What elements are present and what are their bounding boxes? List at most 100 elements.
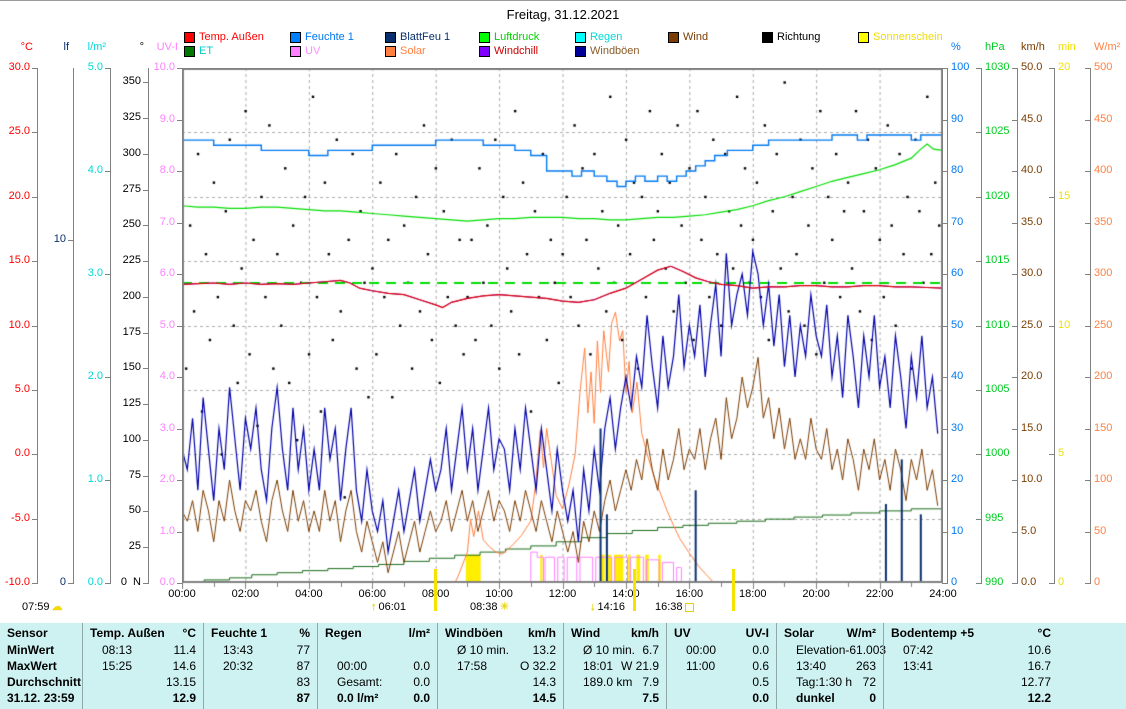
- axis-tick: [143, 333, 148, 334]
- axis-tick: [143, 547, 148, 548]
- column-name: Feuchte 1: [211, 625, 267, 642]
- row-label-text: 31.12. 23:59: [7, 690, 74, 706]
- axis-tick-label-temp: 20.0: [0, 191, 30, 202]
- axis-tick: [32, 454, 37, 455]
- table-row-label-column: SensorMinWertMaxWertDurchschnitt31.12. 2…: [0, 623, 82, 709]
- axis-tick: [32, 519, 37, 520]
- table-row: Gesamt:0.0: [325, 674, 430, 690]
- axis-line-lf: [73, 68, 74, 584]
- legend-label: Regen: [590, 31, 622, 43]
- axis-tick-label-kmh: 30.0: [1021, 268, 1067, 279]
- axis-tick-label-temp: 10.0: [0, 320, 30, 331]
- axis-tick: [1012, 480, 1017, 481]
- axis-tick: [976, 519, 981, 520]
- cell-time: [445, 674, 457, 690]
- legend-item-sonnenschein: Sonnenschein: [858, 31, 943, 43]
- page-title: Freitag, 31.12.2021: [0, 7, 1126, 22]
- cell-time: [90, 690, 102, 706]
- axis-tick-label-dir: 125: [97, 398, 141, 409]
- cell-value: 13.15: [166, 674, 196, 690]
- cell-time: 07:42: [891, 642, 933, 658]
- table-row: 12.77: [891, 674, 1051, 690]
- weather-app-window: Freitag, 31.12.2021 Temp. Außen Feuchte 1…: [0, 0, 1126, 709]
- sunset-square-icon: [685, 603, 694, 612]
- axis-tick: [976, 454, 981, 455]
- axis-tick: [68, 240, 73, 241]
- dawn-time-label: 07:59: [22, 601, 50, 613]
- column-name: Regen: [325, 625, 362, 642]
- cell-value: 0.0: [413, 690, 430, 706]
- axis-tick-label-kmh: 15.0: [1021, 423, 1067, 434]
- axis-header-lf: lf: [29, 41, 69, 53]
- axis-line-min: [1054, 68, 1055, 584]
- axis-tick-label-wm2: 150: [1094, 423, 1126, 434]
- legend-item-blattfeu-1: BlattFeu 1: [385, 31, 450, 43]
- table-row: 0.5: [674, 674, 769, 690]
- cell-time: [211, 674, 223, 690]
- column-name: Solar: [784, 625, 814, 642]
- moonrise-marker: ↑06:01: [371, 601, 406, 613]
- cell-value: 12.77: [1021, 674, 1051, 690]
- table-row: 13:40263: [784, 658, 876, 674]
- legend-label: Windböen: [590, 45, 640, 57]
- legend-color-swatch: [184, 46, 195, 57]
- table-row: 13:4377: [211, 642, 310, 658]
- axis-line-kmh: [1017, 68, 1018, 584]
- axis-tick: [32, 261, 37, 262]
- axis-tick-label-hum: 20: [951, 474, 997, 485]
- cell-value: 14.6: [173, 658, 196, 674]
- table-row: 12.9: [90, 690, 196, 706]
- legend-item-wind: Wind: [668, 31, 708, 43]
- cell-time: dunkel: [784, 690, 835, 706]
- axis-tick-label-hpa: 1000: [985, 448, 1031, 459]
- legend-color-swatch: [858, 32, 869, 43]
- axis-tick: [1012, 68, 1017, 69]
- table-column-solar: SolarW/m²Elevation-61.00313:40263Tag:1:3…: [776, 623, 883, 709]
- legend-color-swatch: [575, 46, 586, 57]
- daylight-guide-line: [434, 569, 437, 611]
- axis-tick: [1049, 454, 1054, 455]
- sunrise-marker: 08:38☀: [470, 601, 509, 613]
- table-column-windb-en: Windböenkm/hØ 10 min.13.217:58O 32.214.3…: [437, 623, 563, 709]
- axis-tick-label-uvl: 7.0: [131, 217, 175, 228]
- table-column-header: Feuchte 1%: [211, 625, 310, 642]
- axis-tick-label-temp: -5.0: [0, 513, 30, 524]
- moonset-marker: ↓14:16: [590, 601, 625, 613]
- moonrise-time-label: 06:01: [379, 601, 407, 613]
- table-row: Elevation-61.003: [784, 642, 876, 658]
- cell-time: Ø 10 min.: [571, 642, 635, 658]
- cell-time: 18:01: [571, 658, 613, 674]
- legend-label: ET: [199, 45, 213, 57]
- table-row: 00:000.0: [674, 642, 769, 658]
- cell-value: 6.7: [642, 642, 659, 658]
- row-label-text: Durchschnitt: [7, 674, 81, 690]
- cell-value: 87: [297, 658, 310, 674]
- cell-time: 08:13: [90, 642, 132, 658]
- column-unit: UV-I: [746, 625, 769, 642]
- axis-tick: [143, 261, 148, 262]
- table-column-header: Temp. Außen °C: [90, 625, 196, 642]
- cell-time: [445, 690, 457, 706]
- table-row: 08:1311.4: [90, 642, 196, 658]
- axis-tick: [1085, 223, 1090, 224]
- axis-tick-label-wm2: 0: [1094, 577, 1126, 588]
- axis-tick-label-wm2: 250: [1094, 320, 1126, 331]
- legend-label: Sonnenschein: [873, 31, 943, 43]
- cell-time: [674, 690, 686, 706]
- axis-tick-label-temp: 5.0: [0, 384, 30, 395]
- axis-tick-label-hum: 70: [951, 217, 997, 228]
- axis-tick-label-hpa: 995: [985, 513, 1031, 524]
- axis-tick-label-temp: 15.0: [0, 255, 30, 266]
- cell-time: 00:00: [674, 642, 716, 658]
- table-row-label: MaxWert: [7, 658, 75, 674]
- legend-label: Richtung: [777, 31, 820, 43]
- axis-tick-label-kmh: 40.0: [1021, 165, 1067, 176]
- cell-time: Tag:1:30 h: [784, 674, 852, 690]
- axis-tick: [1085, 171, 1090, 172]
- cell-value: -61.003: [845, 642, 886, 658]
- legend-item-feuchte-1: Feuchte 1: [290, 31, 354, 43]
- column-unit: °C: [183, 625, 196, 642]
- column-name: Temp. Außen: [90, 625, 165, 642]
- cell-value: 83: [297, 674, 310, 690]
- axis-tick: [1012, 532, 1017, 533]
